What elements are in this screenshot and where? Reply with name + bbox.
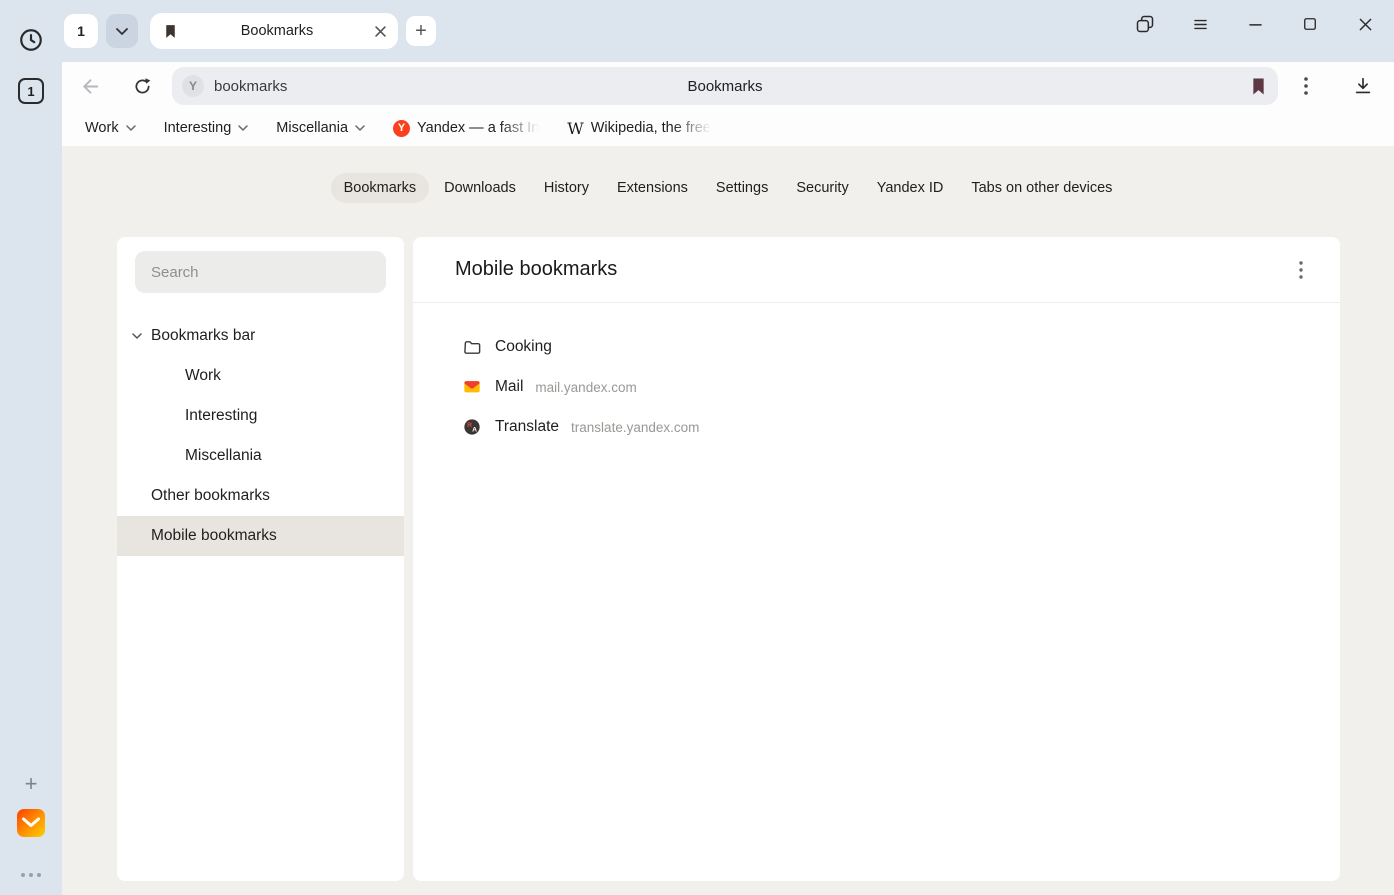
bookmark-url: mail.yandex.com (535, 380, 636, 395)
browser-tab-bookmarks[interactable]: Bookmarks (150, 13, 398, 49)
plus-icon: + (415, 21, 427, 41)
tree-item-label: Work (185, 367, 221, 385)
tree-item-label: Miscellania (185, 447, 262, 465)
manager-nav-tabs: Bookmarks Downloads History Extensions S… (62, 173, 1394, 203)
reload-button[interactable] (132, 76, 153, 97)
yandex-mail-icon (462, 378, 482, 396)
bookmarks-bar-folder-miscellania[interactable]: Miscellania (276, 120, 365, 136)
yandex-icon: Y (393, 120, 410, 137)
side-rail: 1 + (0, 62, 62, 895)
rail-add-button[interactable]: + (0, 773, 62, 795)
workspace-key-button[interactable]: 1 (18, 78, 44, 104)
tree-item-label: Interesting (185, 407, 257, 425)
bookmark-url: translate.yandex.com (571, 420, 699, 435)
tree-item-work[interactable]: Work (117, 356, 404, 396)
bookmark-icon (162, 23, 179, 40)
page-title: Mobile bookmarks (455, 258, 617, 281)
bookmarks-bar-item-wikipedia[interactable]: W Wikipedia, the free (567, 119, 711, 138)
folders-panel: Bookmarks bar Work Interesting Miscellan… (117, 237, 404, 881)
dot (29, 873, 33, 877)
folder-label: Miscellania (276, 120, 348, 136)
tab-list-dropdown-button[interactable] (106, 14, 138, 48)
downloads-button[interactable] (1352, 75, 1374, 97)
close-tab-icon[interactable] (375, 26, 386, 37)
toolbar-more-icon[interactable] (1304, 77, 1308, 95)
bookmarks-bar: Work Interesting Miscellania Y Yandex — (62, 110, 1394, 146)
wikipedia-icon: W (567, 119, 583, 138)
yandex-mail-icon[interactable] (17, 809, 45, 837)
close-window-icon[interactable] (1354, 13, 1376, 35)
tab-group-button[interactable]: 1 (64, 14, 98, 48)
tab-strip: 1 Bookmarks + (0, 0, 1394, 62)
bookmark-row-mail[interactable]: Mail mail.yandex.com (462, 367, 1340, 407)
menu-icon[interactable] (1189, 13, 1211, 35)
tab-history[interactable]: History (531, 173, 602, 203)
yandex-translate-icon: R A (462, 418, 482, 436)
tab-extensions[interactable]: Extensions (604, 173, 701, 203)
tree-item-miscellania[interactable]: Miscellania (117, 436, 404, 476)
tabs-panel-icon[interactable] (1134, 13, 1156, 35)
bookmark-list: Cooking Mail mail.yandex.com (413, 303, 1340, 447)
bookmark-flag-icon[interactable] (1251, 77, 1266, 96)
tree-item-bookmarks-bar[interactable]: Bookmarks bar (117, 316, 404, 356)
tree-item-interesting[interactable]: Interesting (117, 396, 404, 436)
panel-more-icon[interactable] (1295, 257, 1307, 283)
tab-bookmarks[interactable]: Bookmarks (331, 173, 430, 203)
bookmark-row-translate[interactable]: R A Translate translate.yandex.com (462, 407, 1340, 447)
tab-settings[interactable]: Settings (703, 173, 781, 203)
bookmark-name: Cooking (495, 338, 552, 356)
bookmark-label: Yandex — a fast In (417, 120, 539, 136)
bookmarks-manager-page: Bookmarks Downloads History Extensions S… (62, 146, 1394, 895)
svg-text:A: A (472, 427, 477, 434)
plus-icon: + (25, 771, 38, 796)
recent-history-button[interactable] (18, 27, 44, 53)
chevron-down-icon (238, 125, 248, 131)
browser-window: 1 Bookmarks + (0, 0, 1394, 895)
chevron-down-icon (355, 125, 365, 131)
back-button[interactable] (79, 75, 102, 98)
tab-downloads[interactable]: Downloads (431, 173, 529, 203)
search-input[interactable] (135, 251, 386, 293)
minimize-icon[interactable] (1244, 13, 1266, 35)
clock-icon (18, 27, 44, 53)
tab-title: Bookmarks (179, 23, 375, 39)
tab-other-devices[interactable]: Tabs on other devices (958, 173, 1125, 203)
tree-item-label: Other bookmarks (151, 487, 270, 505)
tree-item-other-bookmarks[interactable]: Other bookmarks (117, 476, 404, 516)
tree-item-label: Mobile bookmarks (151, 527, 277, 545)
bookmark-label: Wikipedia, the free (591, 120, 711, 136)
tab-yandex-id[interactable]: Yandex ID (864, 173, 957, 203)
address-page-title: Bookmarks (172, 78, 1278, 95)
folder-tree: Bookmarks bar Work Interesting Miscellan… (117, 316, 404, 556)
bookmark-row-cooking[interactable]: Cooking (462, 327, 1340, 367)
tab-security[interactable]: Security (783, 173, 861, 203)
rail-more-button[interactable] (0, 873, 62, 877)
chevron-down-icon (116, 28, 128, 35)
chevron-down-icon (132, 333, 142, 339)
bookmark-name: Translate (495, 418, 559, 436)
browser-chrome: Y bookmarks Bookmarks Wo (62, 62, 1394, 146)
address-url-text: bookmarks (214, 78, 287, 95)
workspace-number: 1 (27, 84, 34, 99)
new-tab-button[interactable]: + (406, 16, 436, 46)
tree-item-label: Bookmarks bar (151, 327, 255, 345)
bookmarks-panel: Mobile bookmarks Cookin (413, 237, 1340, 881)
window-controls (1101, 13, 1376, 35)
toolbar: Y bookmarks Bookmarks (62, 62, 1394, 110)
folder-label: Work (85, 120, 119, 136)
dot (37, 873, 41, 877)
bookmarks-bar-item-yandex[interactable]: Y Yandex — a fast In (393, 120, 539, 137)
maximize-icon[interactable] (1299, 13, 1321, 35)
chevron-down-icon (126, 125, 136, 131)
folder-label: Interesting (164, 120, 232, 136)
dot (21, 873, 25, 877)
bookmark-name: Mail (495, 378, 523, 396)
tab-group-count: 1 (77, 23, 85, 39)
site-favicon[interactable]: Y (182, 75, 204, 97)
bookmarks-bar-folder-interesting[interactable]: Interesting (164, 120, 249, 136)
address-bar[interactable]: Y bookmarks Bookmarks (172, 67, 1278, 105)
tree-item-mobile-bookmarks[interactable]: Mobile bookmarks (117, 516, 404, 556)
folder-icon (462, 338, 482, 357)
bookmarks-bar-folder-work[interactable]: Work (85, 120, 136, 136)
